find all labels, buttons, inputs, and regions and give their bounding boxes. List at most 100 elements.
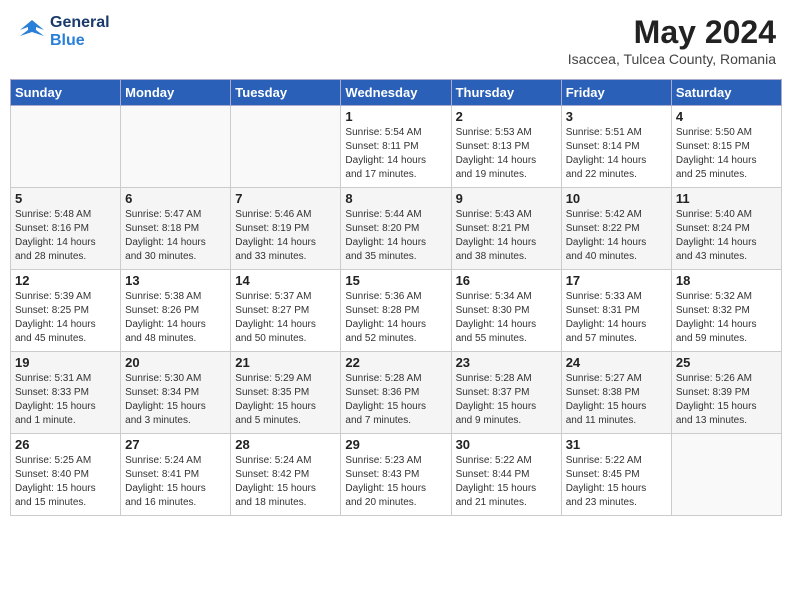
day-number: 3 — [566, 109, 667, 124]
calendar-header-sunday: Sunday — [11, 80, 121, 106]
calendar-cell: 14 Sunrise: 5:37 AMSunset: 8:27 PMDayligh… — [231, 270, 341, 352]
logo-text-general: General — [50, 14, 110, 32]
day-number: 5 — [15, 191, 116, 206]
calendar-header-saturday: Saturday — [671, 80, 781, 106]
day-number: 23 — [456, 355, 557, 370]
calendar-cell: 12Sunrise: 5:39 AMSunset: 8:25 PMDayligh… — [11, 270, 121, 352]
calendar-cell: 28Sunrise: 5:24 AMSunset: 8:42 PMDayligh… — [231, 434, 341, 516]
calendar-header-thursday: Thursday — [451, 80, 561, 106]
calendar-cell: 17 Sunrise: 5:33 AMSunset: 8:31 PMDayligh… — [561, 270, 671, 352]
calendar-cell: 18 Sunrise: 5:32 AMSunset: 8:32 PMDayligh… — [671, 270, 781, 352]
calendar-cell — [11, 106, 121, 188]
day-info: Sunrise: 5:51 AMSunset: 8:14 PMDaylight:… — [566, 126, 667, 182]
day-info: Sunrise: 5:28 AMSunset: 8:36 PMDaylight:… — [345, 372, 446, 428]
day-info: Sunrise: 5:38 AMSunset: 8:26 PMDaylight:… — [125, 290, 226, 346]
day-info: Sunrise: 5:34 AMSunset: 8:30 PMDaylight:… — [456, 290, 557, 346]
day-info: Sunrise: 5:37 AMSunset: 8:27 PMDaylight:… — [235, 290, 336, 346]
calendar-cell: 6 Sunrise: 5:47 AMSunset: 8:18 PMDaylight… — [121, 188, 231, 270]
day-info: Sunrise: 5:50 AMSunset: 8:15 PMDaylight:… — [676, 126, 777, 182]
day-number: 9 — [456, 191, 557, 206]
calendar-cell: 5 Sunrise: 5:48 AMSunset: 8:16 PMDaylight… — [11, 188, 121, 270]
location: Isaccea, Tulcea County, Romania — [568, 51, 776, 67]
day-number: 22 — [345, 355, 446, 370]
day-number: 31 — [566, 437, 667, 452]
calendar-cell: 16Sunrise: 5:34 AMSunset: 8:30 PMDayligh… — [451, 270, 561, 352]
calendar-week-5: 26Sunrise: 5:25 AMSunset: 8:40 PMDayligh… — [11, 434, 782, 516]
day-info: Sunrise: 5:44 AMSunset: 8:20 PMDaylight:… — [345, 208, 446, 264]
day-number: 28 — [235, 437, 336, 452]
logo-bird-icon — [16, 16, 48, 48]
calendar-cell — [671, 434, 781, 516]
day-number: 8 — [345, 191, 446, 206]
day-info: Sunrise: 5:33 AMSunset: 8:31 PMDaylight:… — [566, 290, 667, 346]
day-info: Sunrise: 5:36 AMSunset: 8:28 PMDaylight:… — [345, 290, 446, 346]
day-number: 19 — [15, 355, 116, 370]
day-info: Sunrise: 5:42 AMSunset: 8:22 PMDaylight:… — [566, 208, 667, 264]
day-info: Sunrise: 5:28 AMSunset: 8:37 PMDaylight:… — [456, 372, 557, 428]
calendar-cell: 2Sunrise: 5:53 AMSunset: 8:13 PMDaylight… — [451, 106, 561, 188]
day-number: 10 — [566, 191, 667, 206]
day-number: 24 — [566, 355, 667, 370]
day-info: Sunrise: 5:29 AMSunset: 8:35 PMDaylight:… — [235, 372, 336, 428]
day-info: Sunrise: 5:46 AMSunset: 8:19 PMDaylight:… — [235, 208, 336, 264]
calendar-week-1: 1Sunrise: 5:54 AMSunset: 8:11 PMDaylight… — [11, 106, 782, 188]
day-number: 15 — [345, 273, 446, 288]
day-info: Sunrise: 5:54 AMSunset: 8:11 PMDaylight:… — [345, 126, 446, 182]
day-info: Sunrise: 5:32 AMSunset: 8:32 PMDaylight:… — [676, 290, 777, 346]
day-info: Sunrise: 5:24 AMSunset: 8:41 PMDaylight:… — [125, 454, 226, 510]
logo-container: General Blue — [16, 14, 110, 49]
day-number: 11 — [676, 191, 777, 206]
day-number: 30 — [456, 437, 557, 452]
day-number: 25 — [676, 355, 777, 370]
calendar-cell: 29 Sunrise: 5:23 AMSunset: 8:43 PMDayligh… — [341, 434, 451, 516]
day-number: 29 — [345, 437, 446, 452]
calendar-cell: 22 Sunrise: 5:28 AMSunset: 8:36 PMDayligh… — [341, 352, 451, 434]
day-info: Sunrise: 5:26 AMSunset: 8:39 PMDaylight:… — [676, 372, 777, 428]
calendar-header-monday: Monday — [121, 80, 231, 106]
month-year: May 2024 — [568, 14, 776, 51]
day-number: 6 — [125, 191, 226, 206]
calendar-week-3: 12Sunrise: 5:39 AMSunset: 8:25 PMDayligh… — [11, 270, 782, 352]
day-number: 27 — [125, 437, 226, 452]
calendar-header-wednesday: Wednesday — [341, 80, 451, 106]
day-info: Sunrise: 5:27 AMSunset: 8:38 PMDaylight:… — [566, 372, 667, 428]
day-number: 17 — [566, 273, 667, 288]
day-info: Sunrise: 5:53 AMSunset: 8:13 PMDaylight:… — [456, 126, 557, 182]
calendar-week-2: 5 Sunrise: 5:48 AMSunset: 8:16 PMDaylight… — [11, 188, 782, 270]
calendar-header-tuesday: Tuesday — [231, 80, 341, 106]
calendar-cell: 21 Sunrise: 5:29 AMSunset: 8:35 PMDayligh… — [231, 352, 341, 434]
calendar-week-4: 19 Sunrise: 5:31 AMSunset: 8:33 PMDayligh… — [11, 352, 782, 434]
calendar-header-row: SundayMondayTuesdayWednesdayThursdayFrid… — [11, 80, 782, 106]
day-number: 18 — [676, 273, 777, 288]
calendar-cell: 26Sunrise: 5:25 AMSunset: 8:40 PMDayligh… — [11, 434, 121, 516]
day-number: 21 — [235, 355, 336, 370]
day-info: Sunrise: 5:23 AMSunset: 8:43 PMDaylight:… — [345, 454, 446, 510]
calendar-cell — [231, 106, 341, 188]
calendar-cell: 11Sunrise: 5:40 AMSunset: 8:24 PMDayligh… — [671, 188, 781, 270]
day-number: 14 — [235, 273, 336, 288]
day-info: Sunrise: 5:22 AMSunset: 8:44 PMDaylight:… — [456, 454, 557, 510]
calendar-header-friday: Friday — [561, 80, 671, 106]
calendar-cell: 27 Sunrise: 5:24 AMSunset: 8:41 PMDayligh… — [121, 434, 231, 516]
calendar-cell: 1Sunrise: 5:54 AMSunset: 8:11 PMDaylight… — [341, 106, 451, 188]
title-block: May 2024 Isaccea, Tulcea County, Romania — [568, 14, 776, 67]
logo: General Blue — [16, 14, 110, 49]
day-info: Sunrise: 5:48 AMSunset: 8:16 PMDaylight:… — [15, 208, 116, 264]
day-number: 26 — [15, 437, 116, 452]
calendar-cell: 25 Sunrise: 5:26 AMSunset: 8:39 PMDayligh… — [671, 352, 781, 434]
calendar-cell: 23 Sunrise: 5:28 AMSunset: 8:37 PMDayligh… — [451, 352, 561, 434]
day-number: 20 — [125, 355, 226, 370]
calendar-cell: 15 Sunrise: 5:36 AMSunset: 8:28 PMDayligh… — [341, 270, 451, 352]
day-info: Sunrise: 5:47 AMSunset: 8:18 PMDaylight:… — [125, 208, 226, 264]
day-info: Sunrise: 5:31 AMSunset: 8:33 PMDaylight:… — [15, 372, 116, 428]
day-info: Sunrise: 5:30 AMSunset: 8:34 PMDaylight:… — [125, 372, 226, 428]
logo-text-blue: Blue — [50, 32, 110, 50]
calendar-cell: 3 Sunrise: 5:51 AMSunset: 8:14 PMDaylight… — [561, 106, 671, 188]
day-number: 4 — [676, 109, 777, 124]
calendar-cell: 31Sunrise: 5:22 AMSunset: 8:45 PMDayligh… — [561, 434, 671, 516]
day-info: Sunrise: 5:39 AMSunset: 8:25 PMDaylight:… — [15, 290, 116, 346]
calendar-cell — [121, 106, 231, 188]
calendar-cell: 8 Sunrise: 5:44 AMSunset: 8:20 PMDaylight… — [341, 188, 451, 270]
calendar-table: SundayMondayTuesdayWednesdayThursdayFrid… — [10, 79, 782, 516]
calendar-cell: 9Sunrise: 5:43 AMSunset: 8:21 PMDaylight… — [451, 188, 561, 270]
